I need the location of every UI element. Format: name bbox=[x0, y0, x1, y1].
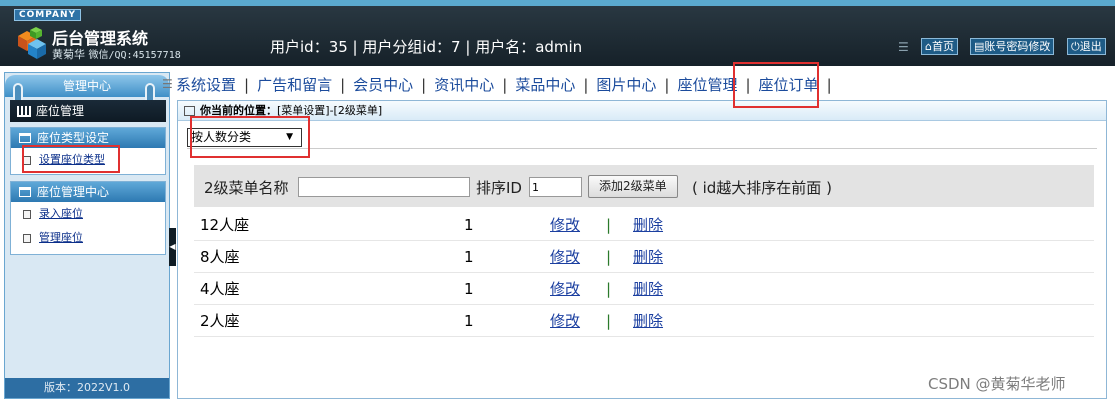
nav-separator: | bbox=[340, 76, 346, 94]
divider bbox=[187, 148, 1097, 149]
row-sort: 1 bbox=[464, 312, 474, 330]
window-icon bbox=[184, 106, 195, 116]
add-menu-button[interactable]: 添加2级菜单 bbox=[588, 175, 678, 198]
document-icon bbox=[23, 210, 31, 219]
row-sort: 1 bbox=[464, 248, 474, 266]
sidebar-group-header[interactable]: 座位管理中心 bbox=[11, 182, 165, 202]
nav-item-seat-management[interactable]: 座位管理 bbox=[677, 76, 737, 94]
author-info: 黄菊华 微信/QQ:45157718 bbox=[52, 46, 181, 62]
name-label: 2级菜单名称 bbox=[204, 179, 289, 197]
sidebar-item-set-seat-type[interactable]: 设置座位类型 bbox=[11, 148, 165, 172]
nav-separator: | bbox=[745, 76, 751, 94]
edit-link[interactable]: 修改 bbox=[550, 305, 580, 337]
table-row: 12人座 1 修改 | 删除 bbox=[194, 209, 1094, 241]
home-icon: ⌂ bbox=[925, 40, 932, 53]
sidebar: 管理中心 座位管理 座位类型设定 设置座位类型 座位管理中心 录入座位 管理座位… bbox=[4, 72, 170, 399]
document-icon bbox=[23, 156, 31, 165]
logout-button[interactable]: ⏻退出 bbox=[1067, 38, 1106, 55]
nav-separator: | bbox=[826, 76, 832, 94]
nav-separator: | bbox=[664, 76, 670, 94]
main-content: 你当前的位置：[菜单设置]-[2级菜单] 按人数分类 ▼ 2级菜单名称 排序ID… bbox=[177, 100, 1107, 399]
company-badge: COMPANY bbox=[14, 9, 81, 21]
menu-name-input[interactable] bbox=[298, 177, 470, 197]
dropdown-arrow-icon: ▼ bbox=[286, 132, 293, 142]
nav-item-images[interactable]: 图片中心 bbox=[596, 76, 656, 94]
breadcrumb-label: 你当前的位置： bbox=[200, 104, 277, 117]
home-button[interactable]: ⌂首页 bbox=[921, 38, 958, 55]
delete-link[interactable]: 删除 bbox=[633, 273, 663, 305]
row-name: 12人座 bbox=[200, 216, 250, 234]
nav-separator: | bbox=[244, 76, 250, 94]
header-bar: COMPANY 后台管理系统 黄菊华 微信/QQ:45157718 用户id：3… bbox=[0, 0, 1115, 66]
watermark: CSDN @黄菊华老师 bbox=[928, 375, 1066, 393]
window-icon bbox=[19, 133, 31, 143]
breadcrumb-path: [菜单设置]-[2级菜单] bbox=[277, 104, 383, 117]
top-nav: 系统设置 | 广告和留言 | 会员中心 | 资讯中心 | 菜品中心 | 图片中心 | 座位管理 | 座位订单… bbox=[176, 72, 840, 98]
collapse-sidebar-handle[interactable]: ◀ bbox=[169, 228, 176, 266]
link-separator: | bbox=[606, 248, 612, 266]
sidebar-item-add-seat[interactable]: 录入座位 bbox=[11, 202, 165, 226]
sidebar-item-manage-seat[interactable]: 管理座位 bbox=[11, 226, 165, 250]
edit-link[interactable]: 修改 bbox=[550, 241, 580, 273]
header-top-line bbox=[0, 0, 1115, 6]
row-name: 2人座 bbox=[200, 312, 240, 330]
delete-link[interactable]: 删除 bbox=[633, 241, 663, 273]
list-icon: ☰ bbox=[162, 77, 173, 91]
user-info: 用户id：35 | 用户分组id：7 | 用户名：admin bbox=[270, 38, 583, 56]
nav-item-news[interactable]: 资讯中心 bbox=[434, 76, 494, 94]
sort-hint: ( id越大排序在前面 ) bbox=[692, 179, 832, 197]
table-row: 8人座 1 修改 | 删除 bbox=[194, 241, 1094, 273]
row-sort: 1 bbox=[464, 280, 474, 298]
nav-item-system-settings[interactable]: 系统设置 bbox=[176, 76, 236, 94]
row-sort: 1 bbox=[464, 216, 474, 234]
author-contact: 微信/QQ:45157718 bbox=[88, 50, 181, 61]
add-menu-form: 2级菜单名称 排序ID 添加2级菜单 ( id越大排序在前面 ) bbox=[194, 165, 1094, 207]
nav-separator: | bbox=[583, 76, 589, 94]
power-icon: ⏻ bbox=[1071, 40, 1080, 53]
author-name: 黄菊华 bbox=[52, 48, 85, 61]
row-name: 4人座 bbox=[200, 280, 240, 298]
grid-icon bbox=[17, 106, 31, 117]
category-select[interactable]: 按人数分类 ▼ bbox=[187, 128, 302, 147]
change-password-button[interactable]: ▤账号密码修改 bbox=[970, 38, 1055, 55]
table-row: 2人座 1 修改 | 删除 bbox=[194, 305, 1094, 337]
breadcrumb: 你当前的位置：[菜单设置]-[2级菜单] bbox=[178, 101, 1106, 121]
edit-link[interactable]: 修改 bbox=[550, 209, 580, 241]
nav-item-dishes[interactable]: 菜品中心 bbox=[515, 76, 575, 94]
delete-link[interactable]: 删除 bbox=[633, 305, 663, 337]
window-icon bbox=[19, 187, 31, 197]
cube-logo-icon bbox=[18, 27, 46, 59]
sidebar-group-header[interactable]: 座位类型设定 bbox=[11, 128, 165, 148]
nav-separator: | bbox=[502, 76, 508, 94]
nav-separator: | bbox=[421, 76, 427, 94]
sidebar-current-section[interactable]: 座位管理 bbox=[10, 100, 166, 122]
sidebar-group-seat-type: 座位类型设定 设置座位类型 bbox=[10, 127, 166, 175]
link-separator: | bbox=[606, 216, 612, 234]
nav-item-seat-orders[interactable]: 座位订单 bbox=[759, 76, 819, 94]
list-icon: ☰ bbox=[898, 40, 909, 54]
table-row: 4人座 1 修改 | 删除 bbox=[194, 273, 1094, 305]
delete-link[interactable]: 删除 bbox=[633, 209, 663, 241]
edit-link[interactable]: 修改 bbox=[550, 273, 580, 305]
version-label: 版本：2022V1.0 bbox=[5, 378, 169, 398]
nav-item-ads-messages[interactable]: 广告和留言 bbox=[257, 76, 332, 94]
link-separator: | bbox=[606, 312, 612, 330]
nav-item-members[interactable]: 会员中心 bbox=[353, 76, 413, 94]
sort-label: 排序ID bbox=[476, 179, 522, 197]
document-icon: ▤ bbox=[974, 40, 985, 53]
link-separator: | bbox=[606, 280, 612, 298]
sidebar-group-seat-management: 座位管理中心 录入座位 管理座位 bbox=[10, 181, 166, 255]
sort-id-input[interactable] bbox=[529, 177, 582, 197]
document-icon bbox=[23, 234, 31, 243]
row-name: 8人座 bbox=[200, 248, 240, 266]
